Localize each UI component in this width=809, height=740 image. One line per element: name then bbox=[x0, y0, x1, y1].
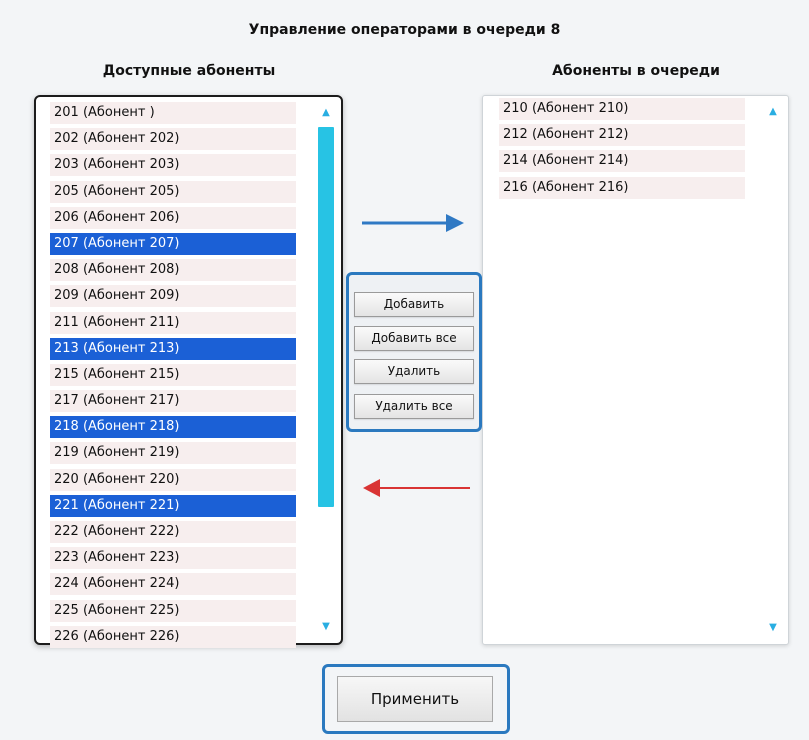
scroll-up-icon[interactable]: ▲ bbox=[315, 105, 337, 121]
list-item[interactable]: 211 (Абонент 211) bbox=[50, 311, 296, 334]
available-items: 201 (Абонент ) 202 (Абонент 202) 203 (Абон… bbox=[50, 102, 296, 652]
list-item[interactable]: 220 (Абонент 220) bbox=[50, 468, 296, 491]
list-item[interactable]: 215 (Абонент 215) bbox=[50, 363, 296, 386]
list-item[interactable]: 205 (Абонент 205) bbox=[50, 180, 296, 203]
queue-list-title: Абоненты в очереди bbox=[552, 63, 720, 79]
list-item[interactable]: 217 (Абонент 217) bbox=[50, 390, 296, 413]
list-item[interactable]: 210 (Абонент 210) bbox=[499, 98, 745, 120]
apply-button[interactable]: Применить bbox=[337, 676, 493, 722]
page-title: Управление операторами в очереди 8 bbox=[248, 22, 561, 38]
available-scrollbar[interactable]: ▲ ▼ bbox=[315, 101, 337, 639]
list-item[interactable]: 208 (Абонент 208) bbox=[50, 259, 296, 282]
remove-button[interactable]: Удалить bbox=[354, 359, 474, 384]
scroll-down-icon[interactable]: ▼ bbox=[762, 620, 784, 636]
list-item[interactable]: 222 (Абонент 222) bbox=[50, 521, 296, 543]
apply-button-frame: Применить bbox=[322, 664, 510, 734]
arrow-left-icon bbox=[363, 479, 470, 497]
remove-all-button[interactable]: Удалить все bbox=[354, 394, 474, 419]
list-item[interactable]: 221 (Абонент 221) bbox=[50, 494, 296, 517]
list-item[interactable]: 206 (Абонент 206) bbox=[50, 206, 296, 229]
list-item[interactable]: 207 (Абонент 207) bbox=[50, 232, 296, 255]
transfer-button-group: Добавить Добавить все Удалить Удалить вс… bbox=[346, 272, 482, 432]
list-item[interactable]: 224 (Абонент 224) bbox=[50, 573, 296, 596]
list-item[interactable]: 219 (Абонент 219) bbox=[50, 442, 296, 465]
scroll-up-icon[interactable]: ▲ bbox=[762, 104, 784, 120]
arrow-right-icon bbox=[362, 214, 464, 232]
list-item[interactable]: 218 (Абонент 218) bbox=[50, 416, 296, 439]
scroll-down-icon[interactable]: ▼ bbox=[315, 619, 337, 635]
list-item[interactable]: 225 (Абонент 225) bbox=[50, 599, 296, 622]
add-all-button[interactable]: Добавить все bbox=[354, 326, 474, 351]
list-item[interactable]: 223 (Абонент 223) bbox=[50, 547, 296, 570]
list-item[interactable]: 203 (Абонент 203) bbox=[50, 154, 296, 177]
queue-scrollbar[interactable]: ▲ ▼ bbox=[762, 100, 784, 640]
list-item[interactable]: 201 (Абонент ) bbox=[50, 102, 296, 124]
available-list[interactable]: 201 (Абонент ) 202 (Абонент 202) 203 (Абон… bbox=[34, 95, 343, 648]
list-item[interactable]: 209 (Абонент 209) bbox=[50, 285, 296, 308]
list-item[interactable]: 214 (Абонент 214) bbox=[499, 150, 745, 173]
list-item[interactable]: 216 (Абонент 216) bbox=[499, 176, 745, 199]
add-button[interactable]: Добавить bbox=[354, 292, 474, 317]
list-item[interactable]: 213 (Абонент 213) bbox=[50, 337, 296, 360]
queue-list[interactable]: 210 (Абонент 210) 212 (Абонент 212) 214 (А… bbox=[482, 95, 789, 645]
list-item[interactable]: 212 (Абонент 212) bbox=[499, 124, 745, 147]
queue-items: 210 (Абонент 210) 212 (Абонент 212) 214 (А… bbox=[499, 98, 745, 203]
available-list-title: Доступные абоненты bbox=[102, 63, 276, 79]
list-item[interactable]: 226 (Абонент 226) bbox=[50, 625, 296, 648]
list-item[interactable]: 202 (Абонент 202) bbox=[50, 128, 296, 151]
scroll-thumb[interactable] bbox=[318, 127, 334, 507]
